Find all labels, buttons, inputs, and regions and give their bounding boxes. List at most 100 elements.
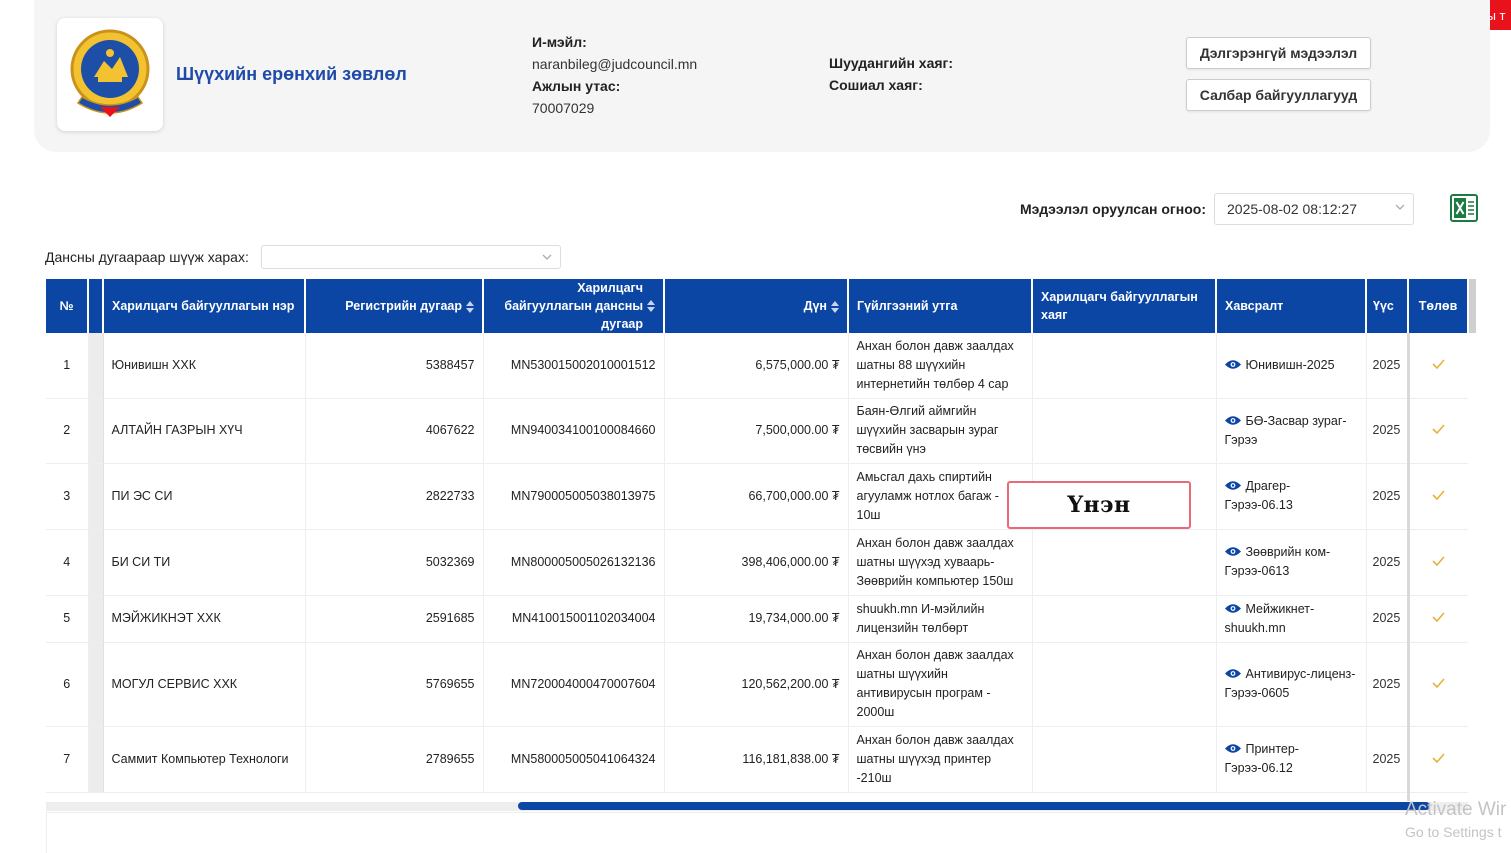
transactions-table: № Харилцагч байгууллагын нэр Регистрийн … (46, 279, 1468, 804)
table-footer-area (46, 812, 1468, 853)
windows-activation-title: Activate Wir (1405, 799, 1507, 820)
attachment-link[interactable]: БӨ-Засвар зураг-Гэрээ (1225, 414, 1347, 447)
row-address (1032, 726, 1217, 793)
row-account: MN720004000470007604 (483, 642, 665, 727)
row-reg: 5388457 (305, 333, 484, 399)
table-row[interactable]: 7 Саммит Компьютер Технологи 2789655 MN5… (46, 726, 1468, 793)
row-address (1032, 398, 1217, 464)
table-row[interactable]: 4 БИ СИ ТИ 5032369 MN800005005026132136 … (46, 529, 1468, 596)
row-gutter (88, 398, 104, 464)
org-logo (57, 18, 163, 131)
sort-icon[interactable] (647, 300, 655, 312)
row-attachment[interactable]: Драгер-Гэрээ-06.13 (1216, 463, 1367, 530)
row-paid (1408, 529, 1468, 596)
row-paid (1408, 726, 1468, 793)
table-body: 1 Юнивишн ХХК 5388457 MN5300150020100015… (46, 333, 1468, 793)
row-name: БИ СИ ТИ (103, 529, 306, 596)
check-icon (1431, 359, 1445, 369)
sort-icon[interactable] (466, 300, 474, 313)
attachment-link[interactable]: Юнивишн-2025 (1246, 358, 1335, 372)
table-row[interactable]: 1 Юнивишн ХХК 5388457 MN5300150020100015… (46, 333, 1468, 399)
table-header-row: № Харилцагч байгууллагын нэр Регистрийн … (46, 279, 1468, 333)
row-no: 7 (46, 726, 89, 793)
col-account-label: Харилцагч байгууллагын дансны дугаар (504, 281, 643, 331)
row-attachment[interactable]: Зөөврийн ком-Гэрээ-0613 (1216, 529, 1367, 596)
col-date: Үүс (1366, 279, 1409, 333)
eye-icon[interactable] (1224, 546, 1241, 557)
row-no: 1 (46, 333, 89, 399)
row-attachment[interactable]: Мейжикнет-shuukh.mn (1216, 595, 1367, 643)
row-date: 2025 (1366, 529, 1409, 596)
row-attachment[interactable]: Юнивишн-2025 (1216, 333, 1367, 399)
row-amount: 398,406,000.00 ₮ (664, 529, 849, 596)
row-date: 2025 (1366, 463, 1409, 530)
row-paid (1408, 398, 1468, 464)
eye-icon[interactable] (1224, 359, 1241, 370)
watermark-stamp: Үнэн (1007, 481, 1191, 529)
excel-icon[interactable] (1450, 194, 1478, 222)
row-purpose: Анхан болон давж заалдах шатны шүүхийн а… (848, 642, 1033, 727)
table-row[interactable]: 2 АЛТАЙН ГАЗРЫН ХҮЧ 4067622 MN9400341001… (46, 398, 1468, 464)
date-filter-label: Мэдээлэл оруулсан огноо: (1020, 201, 1206, 217)
eye-icon[interactable] (1224, 603, 1241, 614)
row-account: MN410015001102034004 (483, 595, 665, 643)
check-icon (1431, 752, 1445, 763)
row-reg: 2591685 (305, 595, 484, 643)
col-amount-label: Дүн (803, 299, 827, 313)
row-gutter (88, 726, 104, 793)
details-button[interactable]: Дэлгэрэнгүй мэдээлэл (1186, 37, 1371, 69)
col-account[interactable]: Харилцагч байгууллагын дансны дугаар (483, 279, 665, 333)
table-row[interactable]: 5 МЭЙЖИКНЭТ ХХК 2591685 MN41001500110203… (46, 595, 1468, 643)
row-reg: 2789655 (305, 726, 484, 793)
attachment-link[interactable]: Антивирус-лиценз-Гэрээ-0605 (1225, 667, 1356, 700)
row-address (1032, 642, 1217, 727)
row-name: МЭЙЖИКНЭТ ХХК (103, 595, 306, 643)
row-date: 2025 (1366, 726, 1409, 793)
page: Нэр томъёоны т Шүүхийн ерөнхий зөвлөл И-… (0, 0, 1511, 853)
social-label: Сошиал хаяг: (829, 77, 923, 93)
col-amount[interactable]: Дүн (664, 279, 849, 333)
sort-icon[interactable] (831, 300, 839, 313)
col-attachment: Хавсралт (1216, 279, 1367, 333)
row-name: Юнивишн ХХК (103, 333, 306, 399)
vertical-scrollbar[interactable] (1469, 279, 1476, 333)
row-name: Саммит Компьютер Технологи (103, 726, 306, 793)
row-name: МОГУЛ СЕРВИС ХХК (103, 642, 306, 727)
eye-icon[interactable] (1224, 743, 1241, 754)
col-gutter (88, 279, 104, 333)
row-gutter (88, 333, 104, 399)
email-value: naranbileg@judcouncil.mn (532, 56, 698, 72)
check-icon (1431, 489, 1445, 500)
row-purpose: Анхан болон давж заалдах шатны шүүхэд пр… (848, 726, 1033, 793)
row-purpose: Анхан болон давж заалдах шатны шүүхэд ху… (848, 529, 1033, 596)
row-date: 2025 (1366, 333, 1409, 399)
row-gutter (88, 642, 104, 727)
row-paid (1408, 463, 1468, 530)
check-icon (1431, 424, 1445, 434)
row-gutter (88, 595, 104, 643)
table-row[interactable]: 3 ПИ ЭС СИ 2822733 MN790005005038013975 … (46, 463, 1468, 530)
eye-icon[interactable] (1224, 415, 1241, 426)
date-select[interactable]: 2025-08-02 08:12:27 (1214, 193, 1414, 225)
col-purpose: Гүйлгээний утга (848, 279, 1033, 333)
eye-icon[interactable] (1224, 668, 1241, 679)
row-attachment[interactable]: Принтер-Гэрээ-06.12 (1216, 726, 1367, 793)
col-reg[interactable]: Регистрийн дугаар (305, 279, 484, 333)
account-filter-select[interactable] (261, 245, 561, 269)
row-no: 6 (46, 642, 89, 727)
org-title: Шүүхийн ерөнхий зөвлөл (176, 64, 407, 84)
sticky-column-shadow (1407, 333, 1410, 801)
chevron-down-icon (1395, 204, 1405, 210)
row-address (1032, 333, 1217, 399)
horizontal-scrollbar-thumb[interactable] (518, 802, 1430, 810)
table-row[interactable]: 6 МОГУЛ СЕРВИС ХХК 5769655 MN72000400047… (46, 642, 1468, 727)
check-icon (1431, 555, 1445, 566)
row-attachment[interactable]: БӨ-Засвар зураг-Гэрээ (1216, 398, 1367, 464)
eye-icon[interactable] (1224, 480, 1241, 491)
row-attachment[interactable]: Антивирус-лиценз-Гэрээ-0605 (1216, 642, 1367, 727)
row-reg: 2822733 (305, 463, 484, 530)
contact-email-block: И-мэйл: naranbileg@judcouncil.mn Ажлын у… (532, 31, 697, 119)
row-account: MN940034100100084660 (483, 398, 665, 464)
branches-button[interactable]: Салбар байгууллагууд (1186, 79, 1371, 111)
row-amount: 116,181,838.00 ₮ (664, 726, 849, 793)
